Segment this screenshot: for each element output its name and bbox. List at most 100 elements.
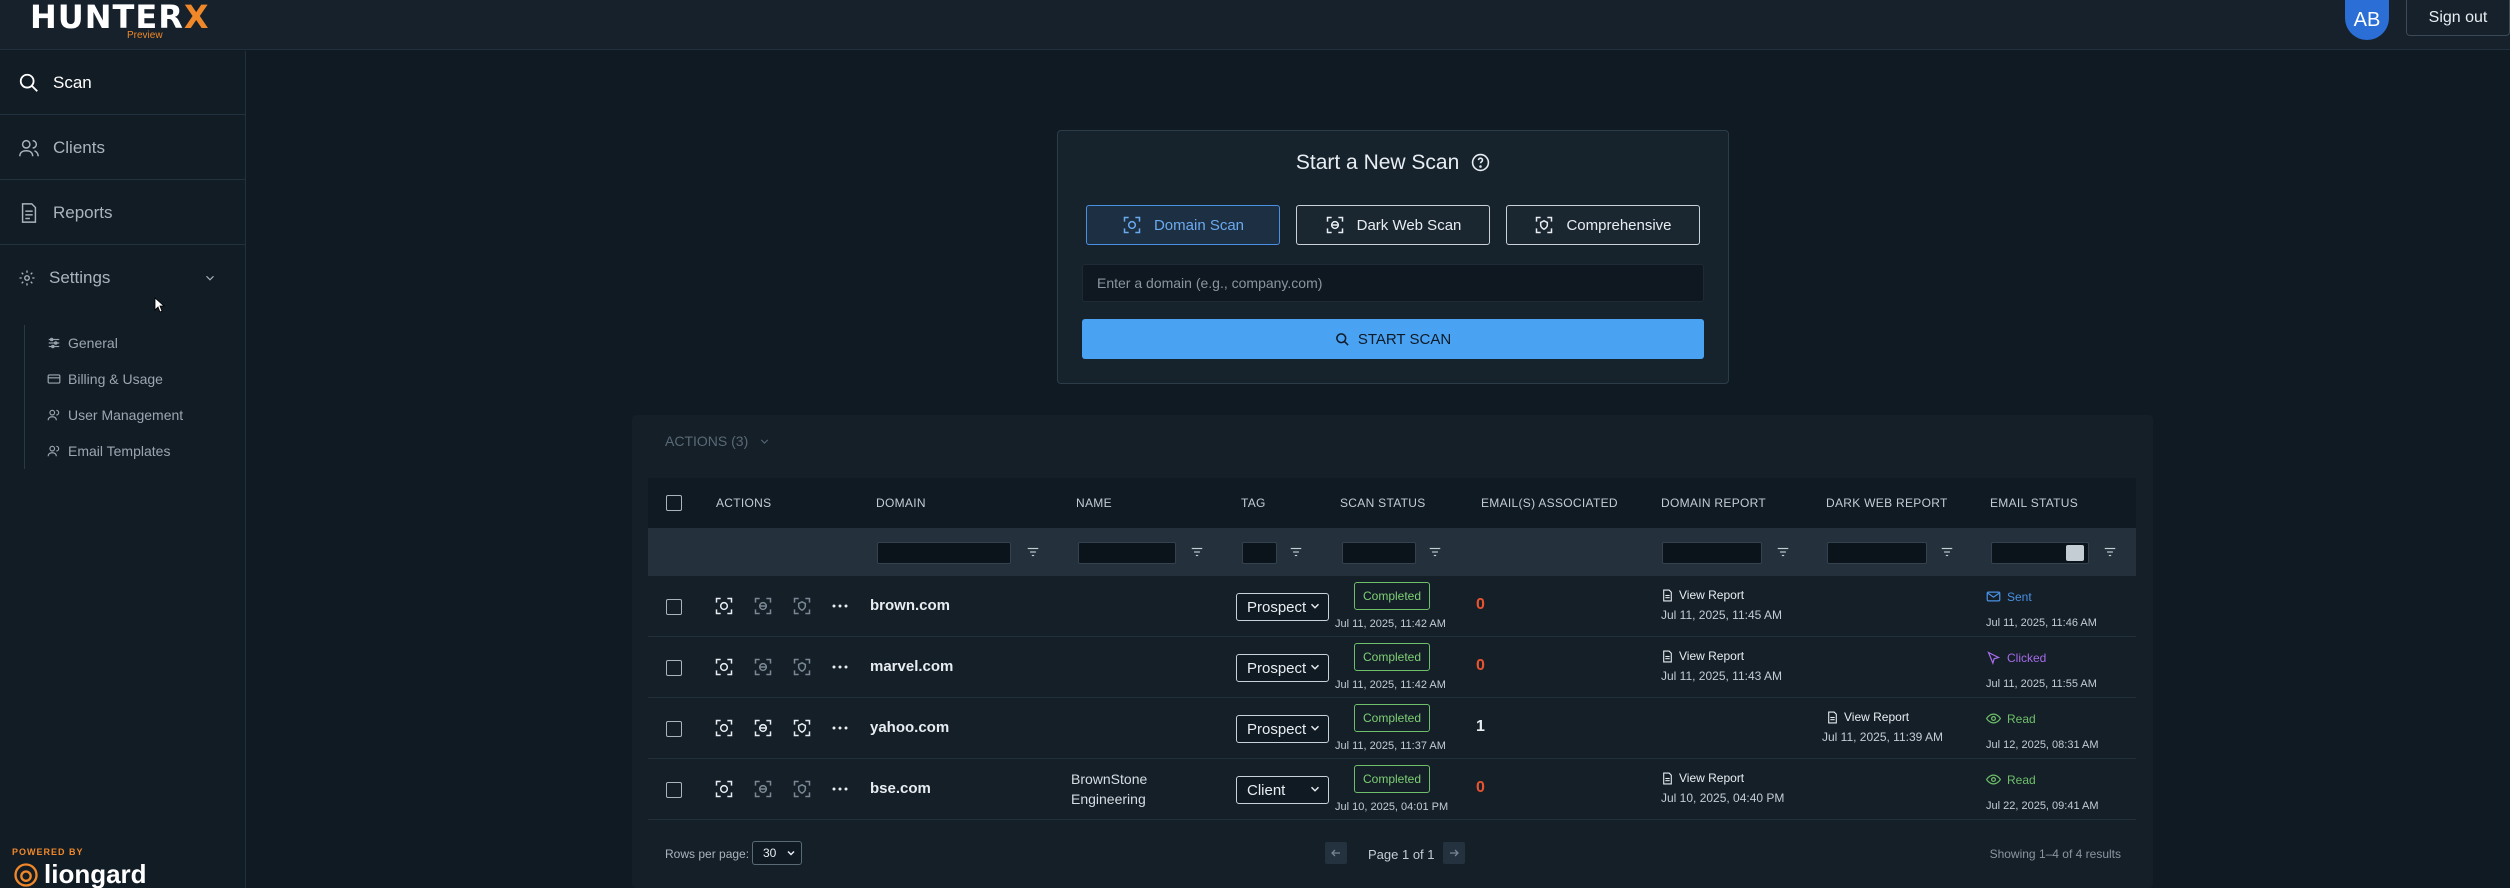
rows-per-page-select[interactable]: 30	[752, 841, 802, 865]
user-avatar[interactable]: AB	[2345, 0, 2389, 40]
domain-scan-icon[interactable]	[714, 718, 734, 738]
chevron-down-icon	[1310, 786, 1320, 792]
comprehensive-scan-icon[interactable]	[792, 657, 812, 677]
eye-icon	[1986, 713, 2001, 724]
row-checkbox[interactable]	[666, 721, 682, 737]
dark-web-report-link[interactable]: View Report	[1826, 710, 1909, 724]
domain-scan-icon[interactable]	[714, 596, 734, 616]
filter-icon[interactable]	[2103, 545, 2117, 559]
help-icon[interactable]	[1471, 153, 1490, 172]
comprehensive-scan-icon[interactable]	[792, 596, 812, 616]
tab-comprehensive[interactable]: Comprehensive	[1506, 205, 1700, 245]
tag-select[interactable]: Client	[1236, 776, 1329, 804]
column-header[interactable]: DARK WEB REPORT	[1826, 478, 1948, 528]
table-row[interactable]: yahoo.com Prospect Completed Jul 11, 202…	[648, 698, 2136, 759]
sidebar-subitem-billing[interactable]: Billing & Usage	[25, 361, 224, 397]
sidebar-item-reports[interactable]: Reports	[0, 181, 245, 245]
tag-select[interactable]: Prospect	[1236, 654, 1329, 682]
column-header[interactable]: EMAIL(S) ASSOCIATED	[1481, 478, 1618, 528]
filter-icon[interactable]	[1428, 545, 1442, 559]
comprehensive-scan-icon	[1536, 216, 1553, 234]
select-all-checkbox[interactable]	[666, 495, 682, 511]
sidebar-item-scan[interactable]: Scan	[0, 51, 245, 115]
bulk-actions-menu[interactable]: ACTIONS (3)	[665, 433, 771, 449]
column-header[interactable]: TAG	[1241, 478, 1266, 528]
scans-panel: ACTIONS (3) ACTIONS DOMAIN NAME TAG SCAN…	[632, 415, 2153, 888]
row-domain[interactable]: bse.com	[870, 780, 931, 797]
row-domain[interactable]: yahoo.com	[870, 719, 949, 736]
more-icon[interactable]	[831, 597, 849, 615]
sidebar-subitem-email-templates[interactable]: Email Templates	[25, 433, 224, 469]
filter-icon[interactable]	[1776, 545, 1790, 559]
column-header[interactable]: DOMAIN	[876, 478, 926, 528]
row-domain[interactable]: brown.com	[870, 597, 950, 614]
comprehensive-scan-icon[interactable]	[792, 718, 812, 738]
more-icon[interactable]	[831, 658, 849, 676]
dark-web-scan-icon[interactable]	[753, 779, 773, 799]
sidebar-subitem-user-management[interactable]: User Management	[25, 397, 224, 433]
chevron-down-icon	[1310, 664, 1320, 670]
column-header[interactable]: EMAIL STATUS	[1990, 478, 2078, 528]
dark-web-report-filter-input[interactable]	[1827, 542, 1927, 564]
tag-select[interactable]: Prospect	[1236, 593, 1329, 621]
more-icon[interactable]	[831, 780, 849, 798]
sidebar-item-label: Settings	[49, 268, 111, 287]
sidebar-subitem-general[interactable]: General	[25, 325, 224, 361]
filter-row	[648, 528, 2136, 576]
app-logo[interactable]: HUNTERX	[30, 0, 210, 34]
domain-scan-icon[interactable]	[714, 657, 734, 677]
row-name: BrownStone Engineering	[1071, 771, 1148, 807]
row-checkbox[interactable]	[666, 599, 682, 615]
status-badge: Completed	[1354, 765, 1430, 793]
filter-icon[interactable]	[1289, 545, 1303, 559]
new-scan-title: Start a New Scan	[1058, 151, 1728, 175]
sidebar-item-clients[interactable]: Clients	[0, 116, 245, 180]
tag-filter-input[interactable]	[1242, 542, 1277, 564]
row-checkbox[interactable]	[666, 660, 682, 676]
document-icon	[1663, 772, 1672, 784]
row-checkbox[interactable]	[666, 782, 682, 798]
dark-web-scan-icon[interactable]	[753, 718, 773, 738]
search-icon	[19, 73, 38, 92]
domain-report-link[interactable]: View Report	[1661, 771, 1744, 785]
scan-status-filter-input[interactable]	[1342, 542, 1416, 564]
sidebar-item-label: Reports	[53, 202, 113, 222]
row-domain[interactable]: marvel.com	[870, 658, 953, 675]
table-row[interactable]: brown.com Prospect Completed Jul 11, 202…	[648, 576, 2136, 637]
next-page-button[interactable]	[1443, 842, 1465, 864]
table-row[interactable]: marvel.com Prospect Completed Jul 11, 20…	[648, 637, 2136, 698]
previous-page-button[interactable]	[1325, 842, 1347, 864]
domain-input[interactable]: Enter a domain (e.g., company.com)	[1082, 264, 1704, 302]
more-icon[interactable]	[831, 719, 849, 737]
tab-dark-web-scan[interactable]: Dark Web Scan	[1296, 205, 1490, 245]
search-icon	[1335, 332, 1349, 346]
tab-domain-scan[interactable]: Domain Scan	[1086, 205, 1280, 245]
start-scan-button[interactable]: START SCAN	[1082, 319, 1704, 359]
column-header[interactable]: SCAN STATUS	[1340, 478, 1426, 528]
name-filter-input[interactable]	[1078, 542, 1176, 564]
dark-web-scan-icon[interactable]	[753, 596, 773, 616]
sidebar-item-settings[interactable]: Settings	[0, 246, 245, 310]
status-badge: Completed	[1354, 643, 1430, 671]
email-status: Sent	[1986, 589, 2032, 604]
dark-web-scan-icon[interactable]	[753, 657, 773, 677]
domain-report-link[interactable]: View Report	[1661, 588, 1744, 602]
domain-scan-icon[interactable]	[714, 779, 734, 799]
chevron-down-icon	[1310, 725, 1320, 731]
dark-web-scan-icon	[1326, 216, 1343, 234]
mail-icon	[1986, 591, 2001, 602]
sign-out-button[interactable]: Sign out	[2406, 0, 2510, 36]
chevron-down-icon[interactable]	[203, 271, 217, 285]
filter-icon[interactable]	[1940, 545, 1954, 559]
domain-report-filter-input[interactable]	[1662, 542, 1762, 564]
domain-filter-input[interactable]	[877, 542, 1011, 564]
table-row[interactable]: bse.com BrownStone Engineering Client Co…	[648, 759, 2136, 820]
filter-icon[interactable]	[1190, 545, 1204, 559]
domain-report-link[interactable]: View Report	[1661, 649, 1744, 663]
comprehensive-scan-icon[interactable]	[792, 779, 812, 799]
filter-clear-icon[interactable]	[2066, 545, 2084, 561]
tag-select[interactable]: Prospect	[1236, 715, 1329, 743]
filter-icon[interactable]	[1026, 545, 1040, 559]
column-header[interactable]: NAME	[1076, 478, 1112, 528]
column-header[interactable]: DOMAIN REPORT	[1661, 478, 1766, 528]
